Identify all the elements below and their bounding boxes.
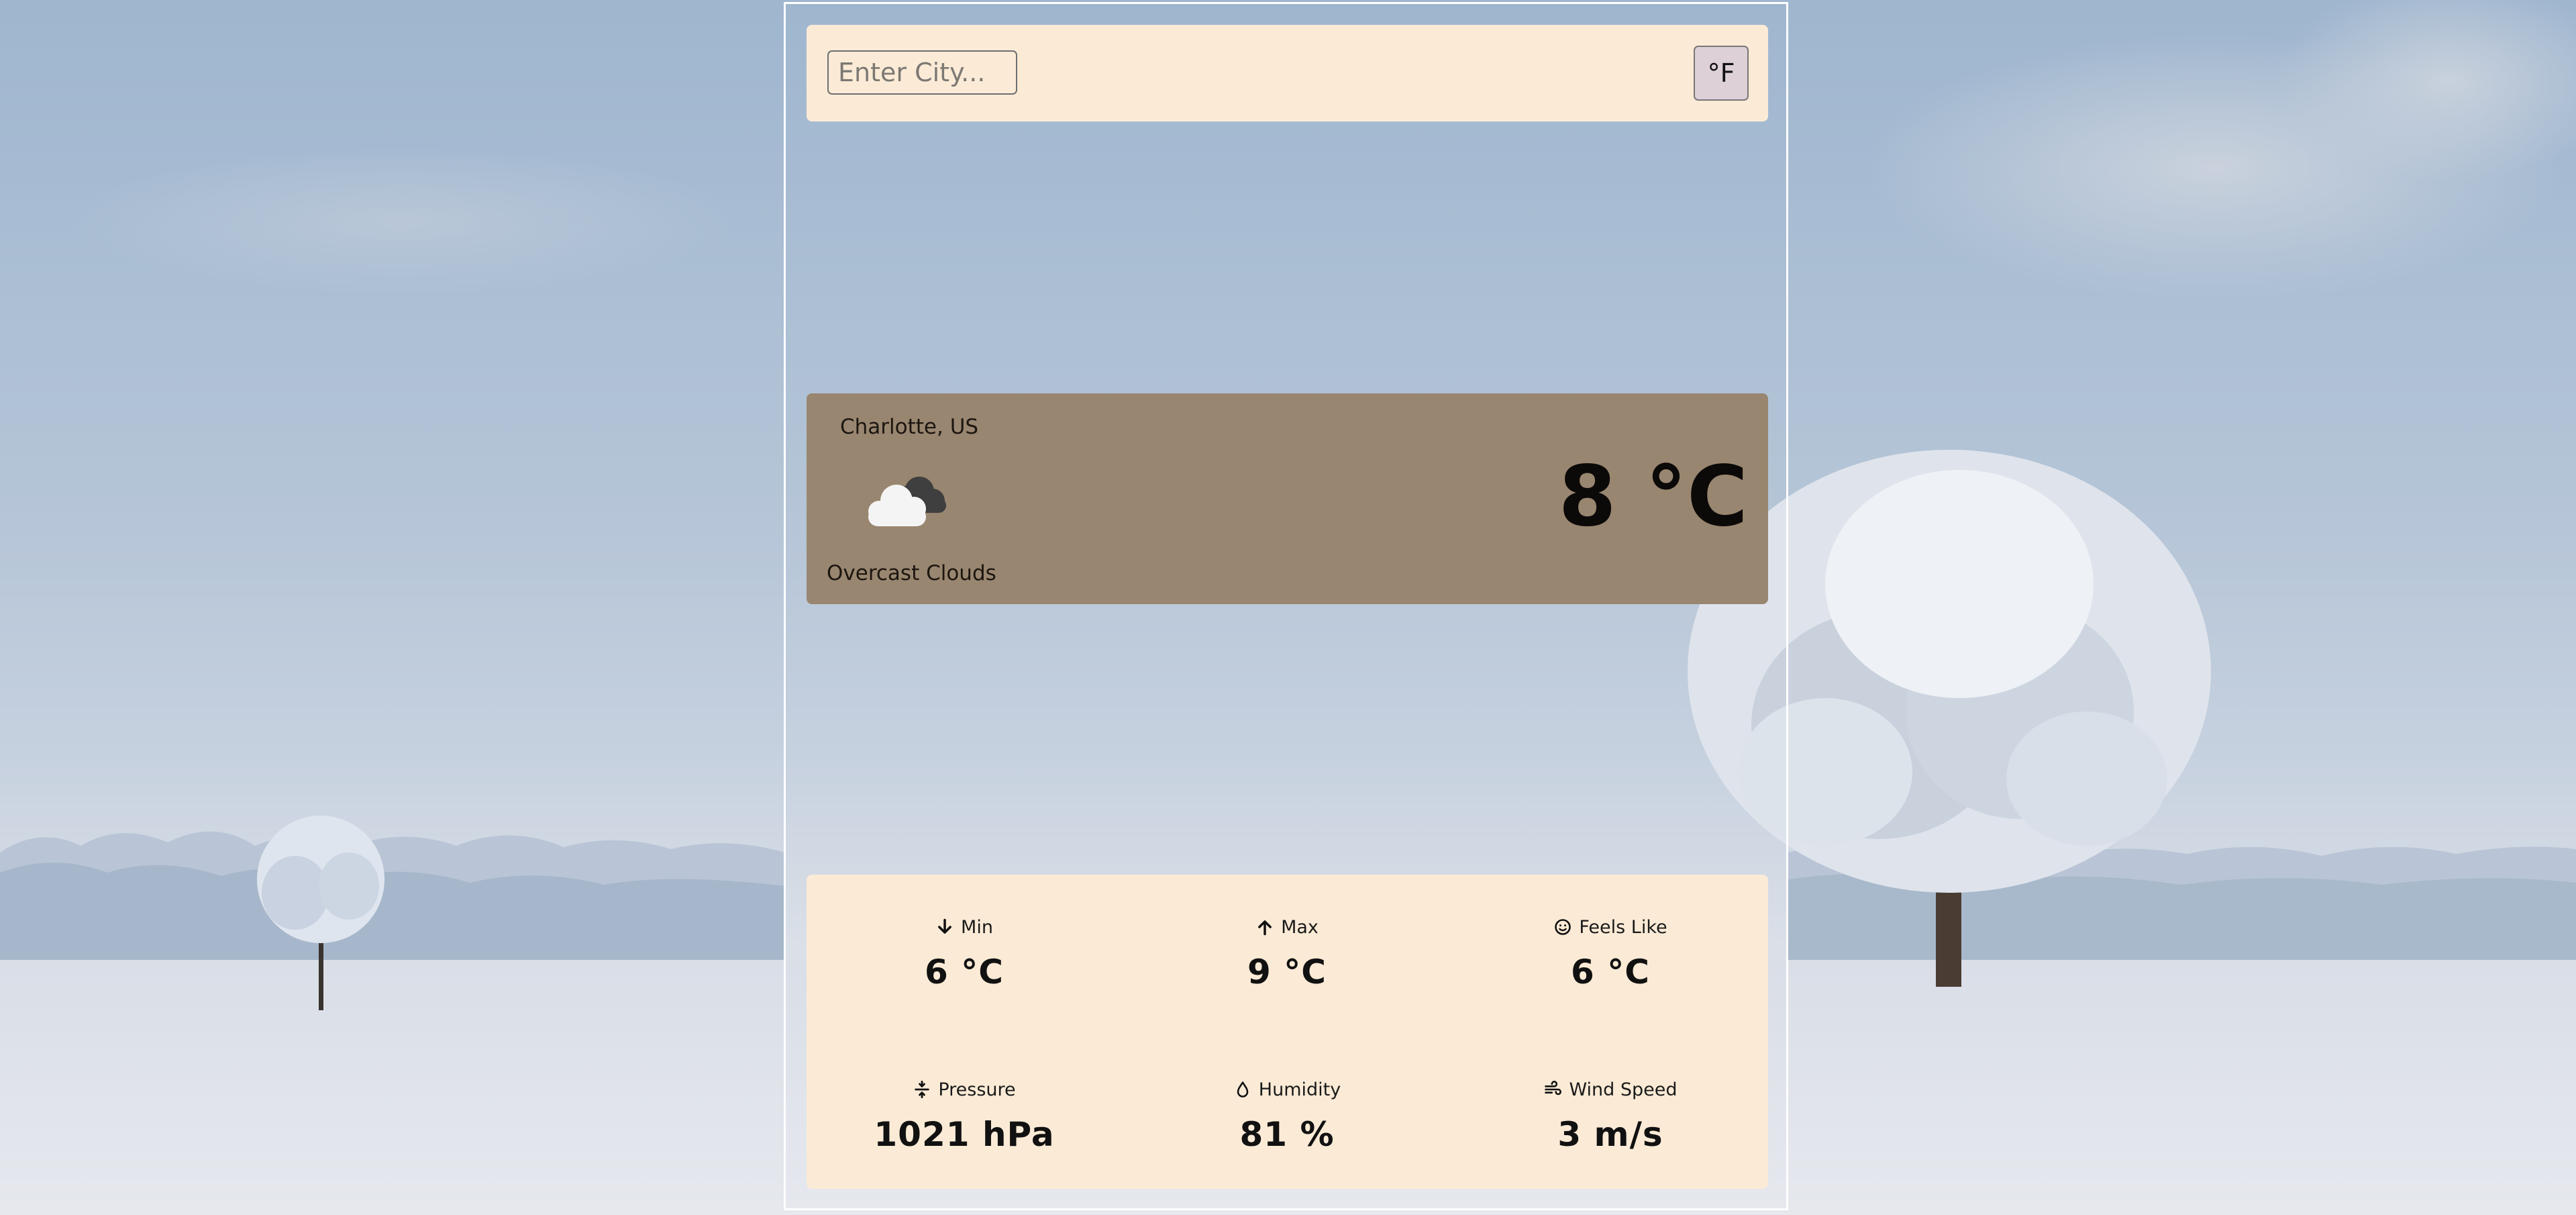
current-weather-card: Charlotte, US Overcast Clouds 8 °C xyxy=(807,393,1768,604)
stat-value: 6 °C xyxy=(925,953,1004,991)
stat-humidity: Humidity 81 % xyxy=(1153,1076,1421,1154)
stat-wind-speed: Wind Speed 3 m/s xyxy=(1476,1076,1745,1154)
stat-label: Max xyxy=(1281,916,1319,938)
pressure-icon xyxy=(915,1080,930,1099)
stat-label: Feels Like xyxy=(1579,916,1667,938)
stat-value: 6 °C xyxy=(1571,953,1650,991)
droplet-icon xyxy=(1237,1081,1249,1098)
city-search-input[interactable] xyxy=(827,50,1017,95)
stat-value: 81 % xyxy=(1239,1115,1335,1154)
stat-label: Wind Speed xyxy=(1569,1079,1678,1100)
stat-min: Min 6 °C xyxy=(830,914,1098,992)
smiley-icon xyxy=(1555,919,1572,935)
stat-max: Max 9 °C xyxy=(1153,914,1421,992)
arrow-down-icon xyxy=(938,918,951,934)
stat-value: 3 m/s xyxy=(1557,1115,1663,1154)
unit-toggle-button[interactable]: °F xyxy=(1694,46,1749,101)
search-bar: °F xyxy=(807,25,1768,122)
stat-label: Pressure xyxy=(938,1079,1016,1100)
stat-value: 1021 hPa xyxy=(874,1115,1055,1154)
overcast-clouds-icon xyxy=(858,466,951,533)
stat-pressure: Pressure 1021 hPa xyxy=(830,1076,1098,1155)
weather-details-card: Min 6 °C Max 9 °C Feels Like 6 °C Pressu… xyxy=(807,875,1768,1189)
arrow-up-icon xyxy=(1258,920,1272,936)
weather-description: Overcast Clouds xyxy=(827,561,996,585)
stat-label: Min xyxy=(961,916,993,938)
stat-label: Humidity xyxy=(1258,1079,1341,1100)
location-label: Charlotte, US xyxy=(840,415,979,439)
wind-icon xyxy=(1545,1081,1562,1096)
current-temperature: 8 °C xyxy=(1558,448,1748,545)
stat-value: 9 °C xyxy=(1247,953,1327,991)
stat-feels-like: Feels Like 6 °C xyxy=(1476,914,1745,991)
